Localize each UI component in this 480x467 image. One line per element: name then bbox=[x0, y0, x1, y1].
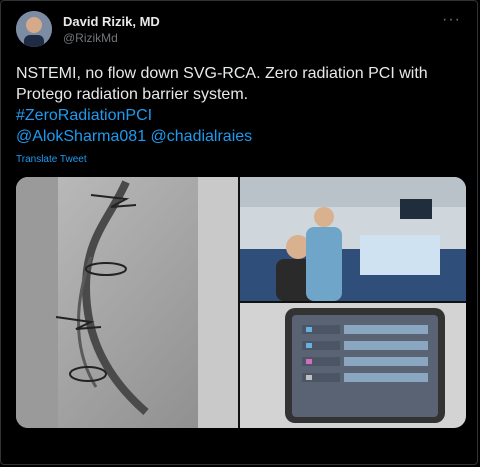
more-icon[interactable]: ··· bbox=[442, 11, 461, 29]
cath-lab-photo[interactable] bbox=[240, 177, 466, 301]
tweet-body: NSTEMI, no flow down SVG-RCA. Zero radia… bbox=[16, 65, 428, 103]
tweet-text: NSTEMI, no flow down SVG-RCA. Zero radia… bbox=[16, 63, 466, 147]
angiogram-image[interactable] bbox=[16, 177, 238, 428]
hashtag-link[interactable]: #ZeroRadiationPCI bbox=[16, 105, 466, 126]
author-handle[interactable]: @RizikMd bbox=[63, 31, 118, 45]
control-panel-photo[interactable] bbox=[240, 303, 466, 428]
author-avatar[interactable] bbox=[16, 11, 52, 47]
author-name[interactable]: David Rizik, MD bbox=[63, 14, 160, 29]
mentions-link[interactable]: @AlokSharma081 @chadialraies bbox=[16, 126, 466, 147]
tweet-card: David Rizik, MD @RizikMd ··· NSTEMI, no … bbox=[0, 0, 478, 465]
tweet-media-grid bbox=[16, 177, 466, 428]
translate-tweet-link[interactable]: Translate Tweet bbox=[16, 154, 87, 165]
